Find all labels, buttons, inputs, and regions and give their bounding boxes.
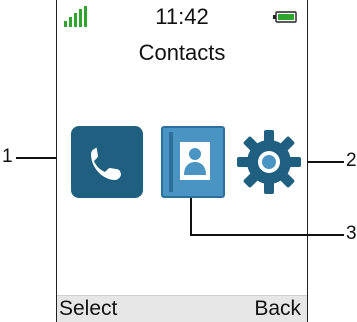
clock: 11:42 <box>155 4 209 29</box>
callout-line-3a <box>190 198 192 236</box>
settings-menu-item[interactable] <box>233 126 305 198</box>
status-bar: 11:42 <box>57 0 307 32</box>
callout-label-1: 1 <box>2 146 13 167</box>
callout-label-3: 3 <box>346 223 357 244</box>
back-softkey[interactable]: Back <box>254 297 301 321</box>
callout-line-2 <box>308 161 344 163</box>
softkey-bar: Select Back <box>57 295 307 322</box>
phone-screen: 11:42 Contacts Select Back <box>56 0 308 322</box>
phone-handset-icon <box>91 146 121 180</box>
callout-label-2: 2 <box>346 150 357 171</box>
callout-line-3b <box>190 234 344 236</box>
page: 1 11:42 Contacts Select Back 2 3 <box>0 0 357 322</box>
battery-icon <box>273 11 297 23</box>
menu-icon-row <box>57 126 307 198</box>
gear-icon <box>237 130 301 194</box>
contacts-menu-item[interactable] <box>161 126 225 198</box>
calls-menu-item[interactable] <box>71 126 143 198</box>
select-softkey[interactable]: Select <box>59 297 117 321</box>
contact-book-icon <box>169 132 210 192</box>
screen-title: Contacts <box>138 40 226 65</box>
